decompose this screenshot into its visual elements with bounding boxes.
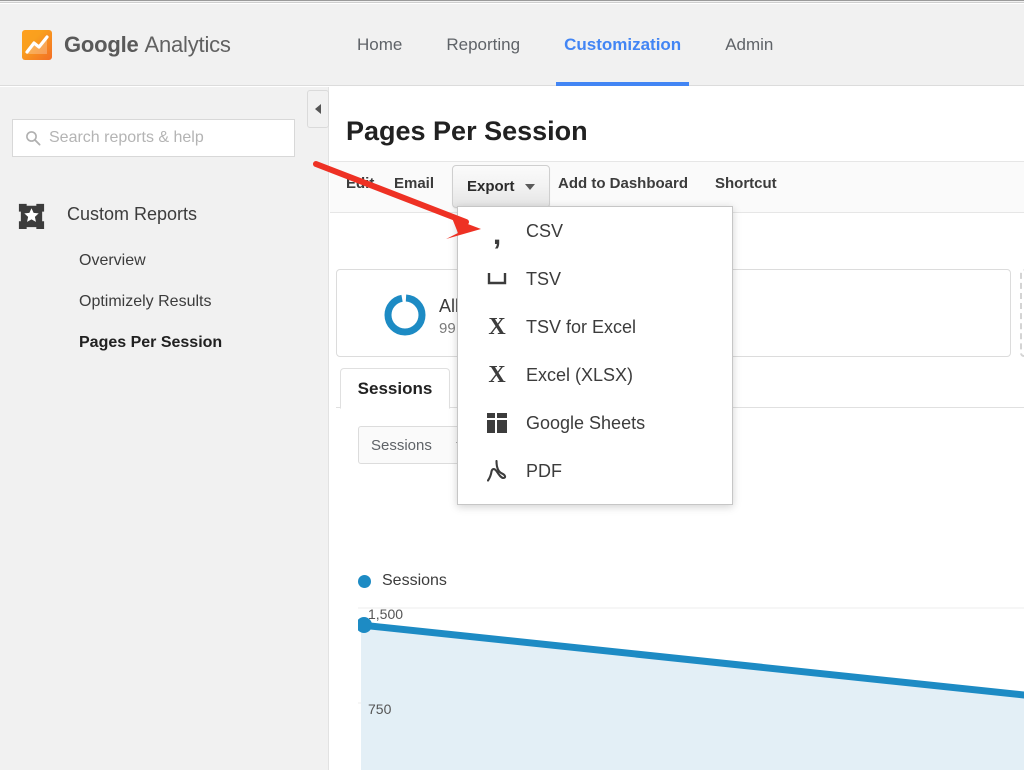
browser-top-edge: [0, 0, 1024, 3]
app-header: Google Analytics Home Reporting Customiz…: [0, 4, 1024, 86]
nav-label-customization: Customization: [564, 35, 682, 54]
export-menu-label-csv: CSV: [526, 220, 564, 241]
chart-legend: Sessions: [358, 572, 447, 590]
page-title: Pages Per Session: [346, 116, 588, 146]
chevron-down-icon: [524, 183, 535, 190]
comma-icon: ,: [492, 218, 502, 251]
search-input[interactable]: [49, 121, 294, 155]
pdf-icon: [480, 460, 514, 482]
search-icon: [26, 131, 41, 146]
shortcut-button[interactable]: Shortcut: [715, 175, 777, 192]
brand-logo[interactable]: Google Analytics: [22, 30, 231, 60]
sidebar-item-pages-per-session[interactable]: Pages Per Session: [79, 334, 222, 352]
shortcut-button-label: Shortcut: [715, 175, 777, 192]
legend-label-sessions: Sessions: [382, 572, 447, 589]
brand-word-google: Google: [64, 32, 139, 57]
brand-text: Google Analytics: [64, 32, 231, 58]
google-sheets-grid-icon: [480, 413, 514, 433]
google-analytics-logo-icon: [22, 30, 52, 60]
search-box[interactable]: [12, 119, 295, 157]
sidebar-collapse-button[interactable]: [307, 90, 329, 128]
export-menu-label-tsv: TSV: [526, 268, 562, 289]
export-menu-item-csv[interactable]: , CSV: [458, 207, 732, 255]
export-menu-item-excel-xlsx[interactable]: X Excel (XLSX): [458, 351, 732, 399]
export-menu-item-tsv-for-excel[interactable]: X TSV for Excel: [458, 303, 732, 351]
email-button-label: Email: [394, 175, 435, 192]
nav-label-reporting: Reporting: [446, 35, 521, 54]
nav-label-admin: Admin: [725, 35, 774, 54]
excel-x-icon: X: [488, 313, 506, 340]
tab-label-sessions: Sessions: [357, 378, 433, 398]
sidebar-section-custom-reports[interactable]: Custom Reports: [16, 199, 197, 230]
export-menu-label-excel-xlsx: Excel (XLSX): [526, 364, 634, 385]
segment-donut-icon: [384, 294, 426, 336]
export-menu-item-pdf[interactable]: PDF: [458, 447, 732, 495]
nav-item-admin[interactable]: Admin: [703, 4, 795, 86]
chevron-left-icon: [315, 104, 321, 114]
metric-select-value: Sessions: [371, 436, 432, 454]
add-to-dashboard-button[interactable]: Add to Dashboard: [558, 175, 688, 192]
export-button[interactable]: Export: [452, 165, 550, 208]
nav-item-customization[interactable]: Customization: [542, 4, 703, 86]
chart-svg: [356, 607, 1024, 770]
nav-item-home[interactable]: Home: [335, 4, 424, 86]
export-button-label: Export: [467, 178, 515, 195]
export-dropdown-menu: , CSV TSV X TSV for Excel X Excel (XLSX): [457, 206, 733, 505]
edit-button[interactable]: Edit: [346, 175, 374, 192]
y-axis-tick-top: 1,500: [368, 606, 404, 622]
tab-icon: [480, 272, 514, 286]
sidebar-item-optimizely-results[interactable]: Optimizely Results: [79, 293, 211, 311]
sidebar-item-overview[interactable]: Overview: [79, 252, 146, 270]
sidebar-section-label: Custom Reports: [67, 204, 198, 224]
edit-button-label: Edit: [346, 175, 375, 192]
custom-report-star-icon: [18, 203, 45, 230]
sessions-area-chart[interactable]: 1,500 750: [356, 603, 1024, 770]
export-menu-label-google-sheets: Google Sheets: [526, 412, 646, 433]
sidebar-item-label-optimizely-results: Optimizely Results: [79, 293, 212, 310]
nav-label-home: Home: [357, 35, 403, 54]
export-menu-label-tsv-for-excel: TSV for Excel: [526, 316, 637, 337]
email-button[interactable]: Email: [394, 175, 434, 192]
sidebar: Custom Reports Overview Optimizely Resul…: [0, 87, 329, 770]
nav-item-reporting[interactable]: Reporting: [424, 4, 542, 86]
add-to-dashboard-label: Add to Dashboard: [558, 175, 688, 192]
legend-dot-sessions: [358, 574, 371, 588]
export-menu-item-tsv[interactable]: TSV: [458, 255, 732, 303]
export-menu-label-pdf: PDF: [526, 460, 562, 481]
main-nav: Home Reporting Customization Admin: [335, 4, 795, 86]
y-axis-tick-mid: 750: [368, 701, 392, 717]
google-analytics-window: Google Analytics Home Reporting Customiz…: [0, 0, 1024, 770]
excel-x-icon: X: [488, 361, 506, 388]
add-segment-button[interactable]: [1020, 269, 1024, 357]
sidebar-item-label-pages-per-session: Pages Per Session: [79, 334, 223, 351]
brand-word-analytics: Analytics: [144, 32, 231, 57]
tab-sessions[interactable]: Sessions: [340, 368, 450, 409]
export-menu-item-google-sheets[interactable]: Google Sheets: [458, 399, 732, 447]
sidebar-item-label-overview: Overview: [79, 252, 146, 269]
